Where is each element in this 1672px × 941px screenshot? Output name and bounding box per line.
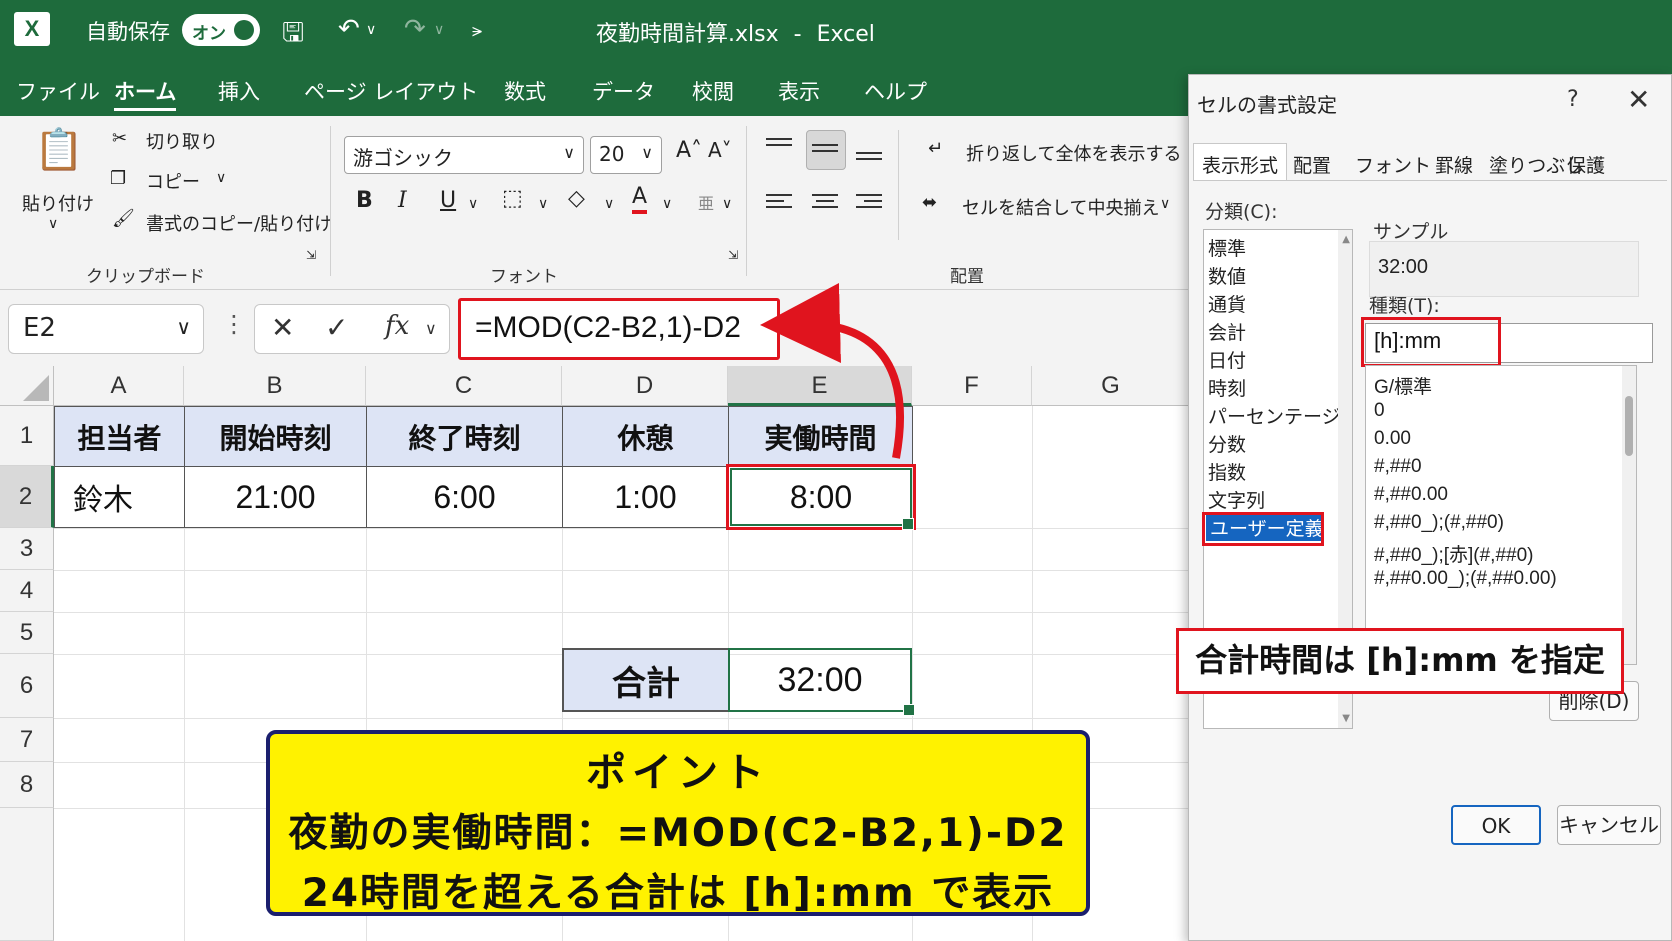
tab-divider (1193, 180, 1667, 181)
category-item[interactable]: 指数 (1208, 458, 1246, 485)
category-item[interactable]: 標準 (1208, 234, 1246, 261)
format-cells-dialog: セルの書式設定 ? ✕ 表示形式 配置 フォント 罫線 塗りつぶし 保護 分類(… (1188, 74, 1672, 941)
formula-arrow (760, 283, 904, 459)
format-item[interactable]: #,##0_);[赤](#,##0) (1374, 540, 1533, 567)
type-label: 種類(T): (1369, 295, 1440, 317)
selected-category-highlight (1202, 512, 1324, 546)
category-item[interactable]: 日付 (1208, 346, 1246, 373)
scroll-down-icon[interactable]: ▼ (1342, 713, 1350, 724)
format-list[interactable]: G/標準 0 0.00 #,##0 #,##0.00 #,##0_);(#,##… (1365, 365, 1637, 665)
category-item[interactable]: 文字列 (1208, 486, 1265, 513)
category-item[interactable]: 数値 (1208, 262, 1246, 289)
format-callout: 合計時間は [h]:mm を指定 (1176, 628, 1624, 694)
sample-label: サンプル (1373, 221, 1449, 243)
help-button[interactable]: ? (1567, 87, 1579, 112)
format-item[interactable]: #,##0.00_);(#,##0.00) (1374, 568, 1557, 590)
category-item[interactable]: パーセンテージ (1208, 402, 1341, 429)
category-item[interactable]: 時刻 (1208, 374, 1246, 401)
close-icon[interactable]: ✕ (1627, 83, 1650, 116)
format-item[interactable]: G/標準 (1374, 372, 1432, 399)
tab-protection[interactable]: 保護 (1567, 151, 1605, 178)
category-item[interactable]: 通貨 (1208, 290, 1246, 317)
format-item[interactable]: 0 (1374, 400, 1385, 422)
category-item[interactable]: 分数 (1208, 430, 1246, 457)
format-item[interactable]: #,##0_);(#,##0) (1374, 512, 1504, 534)
tab-font[interactable]: フォント (1355, 151, 1431, 178)
sample-box: 32:00 (1369, 241, 1639, 297)
tab-number-format[interactable]: 表示形式 (1193, 143, 1288, 181)
category-label: 分類(C): (1205, 201, 1278, 223)
dialog-title: セルの書式設定 (1197, 93, 1337, 117)
cancel-button[interactable]: キャンセル (1557, 805, 1661, 845)
format-item[interactable]: #,##0 (1374, 456, 1422, 478)
format-item[interactable]: #,##0.00 (1374, 484, 1448, 506)
sample-value: 32:00 (1378, 256, 1429, 278)
tab-border[interactable]: 罫線 (1435, 151, 1473, 178)
format-scrollbar[interactable] (1622, 366, 1636, 664)
format-item[interactable]: 0.00 (1374, 428, 1411, 450)
scroll-up-icon[interactable]: ▲ (1342, 234, 1350, 245)
category-item[interactable]: 会計 (1208, 318, 1246, 345)
ok-button[interactable]: OK (1451, 805, 1541, 845)
tab-alignment[interactable]: 配置 (1293, 151, 1331, 178)
type-input-highlight (1361, 317, 1501, 367)
